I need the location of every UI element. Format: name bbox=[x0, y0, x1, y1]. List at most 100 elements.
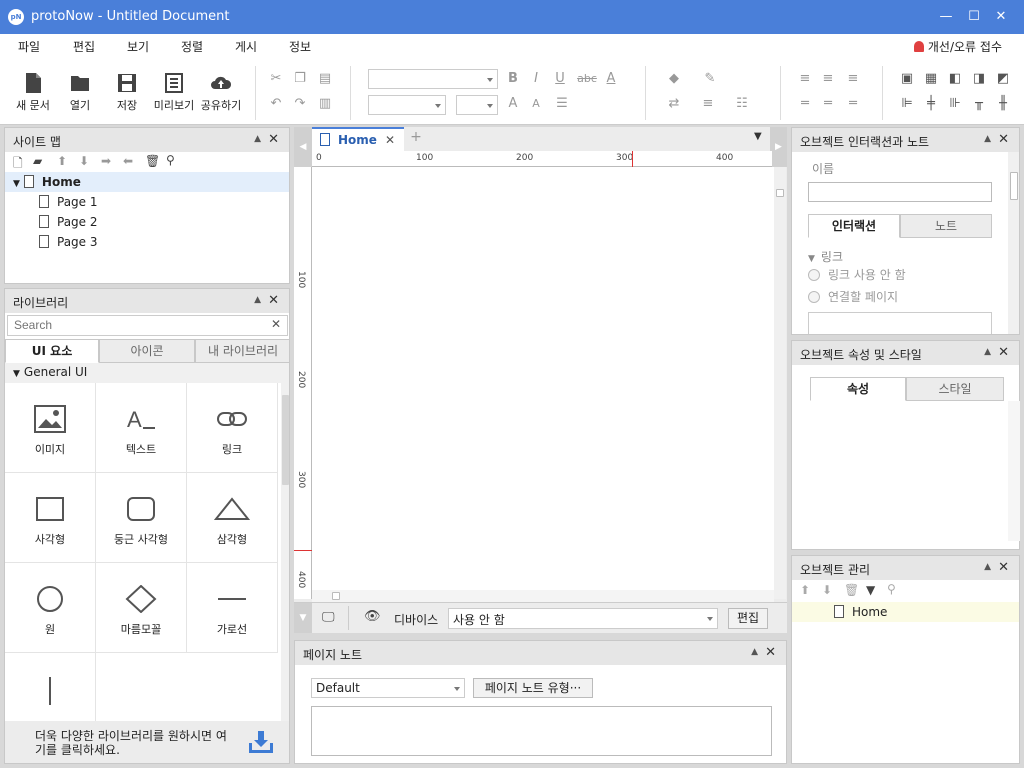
tab-ui-elements[interactable]: UI 요소 bbox=[5, 339, 99, 363]
pin-icon[interactable]: ▲ bbox=[254, 295, 261, 305]
menu-file[interactable]: 파일 bbox=[18, 38, 40, 55]
filter-icon[interactable]: ▼ bbox=[866, 583, 875, 597]
tab-notes[interactable]: 노트 bbox=[900, 214, 992, 238]
tab-icons[interactable]: 아이콘 bbox=[99, 339, 195, 363]
tab-interaction[interactable]: 인터랙션 bbox=[808, 214, 900, 238]
scroll-thumb[interactable] bbox=[1010, 172, 1018, 200]
strikethrough-icon[interactable]: abc bbox=[577, 71, 597, 87]
scroll-thumb[interactable] bbox=[776, 189, 784, 197]
line-weight-icon[interactable]: ≡ bbox=[700, 96, 716, 112]
lib-image[interactable]: 이미지 bbox=[5, 383, 96, 473]
move-down-icon[interactable]: ⬇ bbox=[79, 154, 89, 168]
sitemap-page-2[interactable]: Page 2 bbox=[5, 212, 289, 232]
align-right-icon[interactable]: ⊪ bbox=[947, 96, 963, 112]
redo-icon[interactable]: ↷ bbox=[292, 96, 308, 112]
lib-link[interactable]: 링크 bbox=[187, 383, 278, 473]
library-scrollbar[interactable] bbox=[281, 383, 289, 723]
align-center-icon[interactable]: ╪ bbox=[923, 96, 939, 112]
delete-icon[interactable]: 🗑 bbox=[844, 583, 859, 597]
device-select[interactable]: 사용 안 함 bbox=[448, 608, 718, 629]
valign-bottom-icon[interactable]: ═ bbox=[845, 96, 861, 112]
scroll-thumb[interactable] bbox=[282, 395, 289, 485]
align-top-icon[interactable]: ╥ bbox=[971, 96, 987, 112]
sitemap-page-3[interactable]: Page 3 bbox=[5, 232, 289, 252]
lib-circle[interactable]: 원 bbox=[5, 563, 96, 653]
arrow-style-icon[interactable]: ⇄ bbox=[666, 96, 682, 112]
option-link-page[interactable]: 연결할 페이지 bbox=[808, 288, 898, 305]
link-page-field[interactable] bbox=[808, 312, 992, 334]
sitemap-page-1[interactable]: Page 1 bbox=[5, 192, 289, 212]
notes-type-button[interactable]: 페이지 노트 유형··· bbox=[473, 678, 593, 698]
minimize-button[interactable]: — bbox=[935, 6, 957, 28]
library-search-field[interactable]: ✕ bbox=[7, 315, 288, 336]
search-icon[interactable]: ⚲ bbox=[887, 582, 896, 596]
font-family-select[interactable] bbox=[368, 69, 498, 89]
tab-properties[interactable]: 속성 bbox=[810, 377, 906, 401]
align-text-center-icon[interactable]: ≡ bbox=[820, 71, 836, 87]
font-color-icon[interactable]: A bbox=[603, 71, 619, 87]
move-down-icon[interactable]: ⬇ bbox=[822, 583, 832, 597]
tab-style[interactable]: 스타일 bbox=[906, 377, 1004, 401]
canvas-vscrollbar[interactable] bbox=[774, 167, 786, 599]
clear-search-icon[interactable]: ✕ bbox=[271, 317, 281, 331]
expand-icon[interactable]: ▼ bbox=[13, 179, 20, 189]
lib-rounded-rectangle[interactable]: 둥근 사각형 bbox=[96, 473, 187, 563]
eye-icon[interactable]: 👁 bbox=[364, 609, 381, 624]
interaction-scrollbar[interactable] bbox=[1008, 152, 1019, 334]
add-tab-button[interactable]: + bbox=[406, 129, 426, 149]
increase-font-icon[interactable]: A bbox=[505, 96, 521, 112]
tab-home[interactable]: Home ✕ bbox=[312, 127, 404, 151]
move-up-icon[interactable]: ⬆ bbox=[57, 154, 67, 168]
copy-icon[interactable]: ❐ bbox=[292, 71, 308, 87]
align-left-icon[interactable]: ⊫ bbox=[899, 96, 915, 112]
library-download-banner[interactable]: 더욱 다양한 라이브러리를 원하시면 여기를 클릭하세요. bbox=[5, 721, 289, 763]
underline-icon[interactable]: U bbox=[552, 71, 568, 87]
indent-icon[interactable]: ➡ bbox=[101, 154, 111, 168]
fill-color-icon[interactable]: ◆ bbox=[666, 71, 682, 87]
valign-middle-icon[interactable]: ═ bbox=[820, 96, 836, 112]
menu-info[interactable]: 정보 bbox=[289, 38, 311, 55]
pin-icon[interactable]: ▲ bbox=[984, 347, 991, 357]
ungroup-icon[interactable]: ▦ bbox=[923, 71, 939, 87]
align-text-right-icon[interactable]: ≡ bbox=[845, 71, 861, 87]
close-icon[interactable]: ✕ bbox=[268, 293, 279, 308]
tab-scroll-right[interactable]: ▶ bbox=[770, 127, 787, 167]
tab-menu-icon[interactable]: ▼ bbox=[754, 131, 762, 142]
option-no-link[interactable]: 링크 사용 안 함 bbox=[808, 266, 906, 283]
decrease-font-icon[interactable]: A bbox=[528, 96, 544, 112]
undo-icon[interactable]: ↶ bbox=[268, 96, 284, 112]
close-icon[interactable]: ✕ bbox=[765, 645, 776, 660]
add-folder-icon[interactable]: ▰ bbox=[33, 154, 42, 168]
cut-icon[interactable]: ✂ bbox=[268, 71, 284, 87]
bring-front-icon[interactable]: ◧ bbox=[947, 71, 963, 87]
library-search-input[interactable] bbox=[8, 316, 258, 334]
italic-icon[interactable]: I bbox=[528, 71, 544, 87]
link-section[interactable]: ▼ 링크 bbox=[808, 248, 843, 265]
pin-icon[interactable]: ▲ bbox=[984, 562, 991, 572]
tab-scroll-left[interactable]: ◀ bbox=[294, 127, 312, 167]
open-button[interactable]: 열기 bbox=[57, 72, 103, 113]
canvas-hscrollbar[interactable] bbox=[312, 590, 774, 602]
share-button[interactable]: 공유하기 bbox=[198, 72, 244, 113]
valign-top-icon[interactable]: ═ bbox=[797, 96, 813, 112]
sitemap-home[interactable]: ▼ Home bbox=[5, 172, 289, 192]
lib-text[interactable]: A 텍스트 bbox=[96, 383, 187, 473]
line-color-icon[interactable]: ✎ bbox=[702, 71, 718, 87]
tab-my-library[interactable]: 내 라이브러리 bbox=[195, 339, 289, 363]
properties-scrollbar[interactable] bbox=[1008, 401, 1020, 541]
section-general-ui[interactable]: ▼ General UI bbox=[5, 363, 289, 383]
group-icon[interactable]: ▣ bbox=[899, 71, 915, 87]
line-pattern-icon[interactable]: ☷ bbox=[734, 96, 750, 112]
report-button[interactable]: 개선/오류 접수 bbox=[913, 38, 1002, 55]
device-edit-button[interactable]: 편집 bbox=[728, 608, 768, 629]
outdent-icon[interactable]: ⬅ bbox=[123, 154, 133, 168]
font-size-select[interactable] bbox=[456, 95, 498, 115]
scroll-thumb[interactable] bbox=[332, 592, 340, 600]
pin-icon[interactable]: ▲ bbox=[984, 134, 991, 144]
device-preview-icon[interactable]: 🖵 bbox=[322, 610, 335, 625]
menu-view[interactable]: 보기 bbox=[127, 38, 149, 55]
send-back-icon[interactable]: ◨ bbox=[971, 71, 987, 87]
lib-triangle[interactable]: 삼각형 bbox=[187, 473, 278, 563]
menu-publish[interactable]: 게시 bbox=[235, 38, 257, 55]
close-icon[interactable]: ✕ bbox=[998, 560, 1009, 575]
